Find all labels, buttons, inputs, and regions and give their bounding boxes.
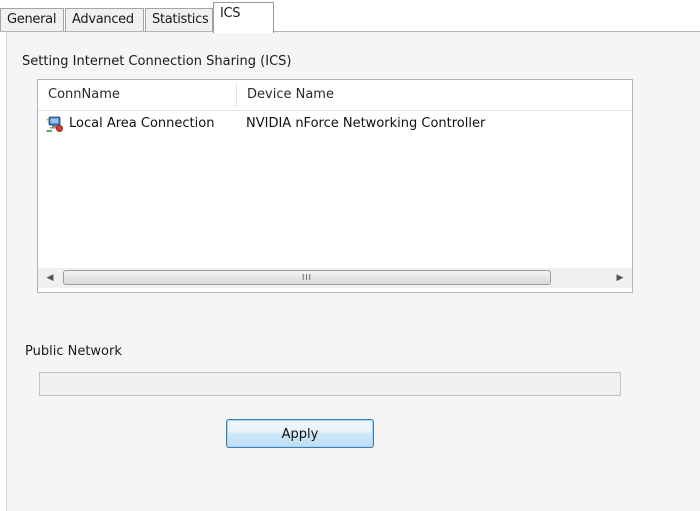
tab-ics[interactable]: ICS: [213, 2, 274, 33]
list-item[interactable]: Local Area Connection NVIDIA nForce Netw…: [38, 111, 632, 137]
cell-conn-name: Local Area Connection: [69, 116, 215, 131]
ics-panel: Setting Internet Connection Sharing (ICS…: [6, 32, 700, 511]
apply-button[interactable]: Apply: [226, 419, 374, 448]
column-header-connname[interactable]: ConnName: [38, 80, 236, 110]
public-network-field[interactable]: [39, 372, 621, 396]
tab-general[interactable]: General: [0, 8, 64, 32]
list-header: ConnName Device Name: [38, 80, 632, 111]
scroll-right-arrow-icon[interactable]: ▶: [610, 268, 630, 288]
horizontal-scrollbar[interactable]: ◀ III ▶: [38, 268, 632, 288]
connection-list[interactable]: ConnName Device Name Local Area Connecti…: [37, 79, 633, 293]
network-connection-icon: [46, 116, 64, 133]
scrollbar-thumb[interactable]: III: [63, 270, 551, 285]
column-header-device-name[interactable]: Device Name: [237, 80, 627, 110]
cell-device-name: NVIDIA nForce Networking Controller: [246, 116, 486, 131]
section-title: Setting Internet Connection Sharing (ICS…: [22, 54, 292, 69]
tab-advanced[interactable]: Advanced: [65, 8, 144, 32]
tab-statistics[interactable]: Statistics: [145, 8, 213, 32]
scroll-left-arrow-icon[interactable]: ◀: [40, 268, 60, 288]
tab-strip: General Advanced Statistics ICS: [0, 0, 700, 33]
public-network-label: Public Network: [25, 344, 122, 359]
